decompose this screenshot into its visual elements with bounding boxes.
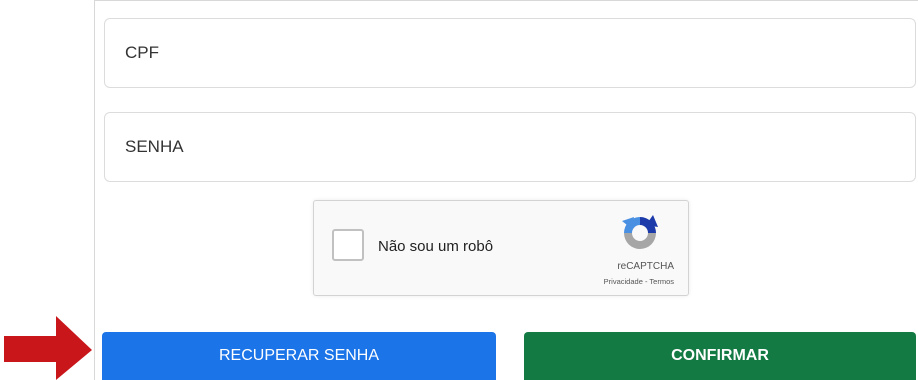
recaptcha-brand: reCAPTCHA bbox=[617, 261, 674, 272]
recaptcha-checkbox[interactable] bbox=[332, 229, 364, 261]
recaptcha-links: Privacidade - Termos bbox=[604, 277, 674, 286]
recaptcha-widget: Não sou um robô reCAPTCHA Privacidade - … bbox=[313, 200, 689, 296]
red-arrow-right-icon bbox=[4, 316, 92, 380]
password-input[interactable] bbox=[104, 112, 916, 182]
login-screen: Não sou um robô reCAPTCHA Privacidade - … bbox=[0, 0, 918, 380]
recaptcha-label: Não sou um robô bbox=[378, 238, 494, 255]
confirm-button[interactable]: CONFIRMAR bbox=[524, 332, 916, 380]
recover-password-button[interactable]: RECUPERAR SENHA bbox=[102, 332, 496, 380]
cpf-input[interactable] bbox=[104, 18, 916, 88]
recaptcha-terms-link[interactable]: Termos bbox=[649, 277, 674, 286]
recaptcha-logo-icon bbox=[622, 215, 658, 249]
recaptcha-privacy-link[interactable]: Privacidade bbox=[604, 277, 643, 286]
